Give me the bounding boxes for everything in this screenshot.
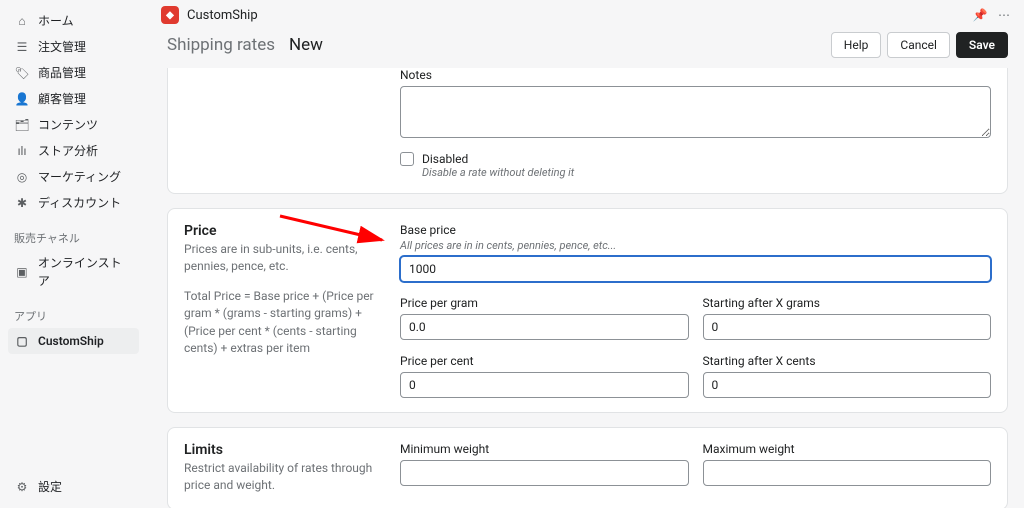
price-per-gram-label: Price per gram [400,296,689,310]
content-icon: 🗂 [14,117,30,133]
price-per-gram-field: Price per gram [400,296,689,340]
price-per-cent-input[interactable] [400,372,689,398]
nav-settings[interactable]: ⚙ 設定 [8,474,139,500]
limits-desc: Restrict availability of rates through p… [184,460,384,495]
starting-cents-label: Starting after X cents [703,354,992,368]
nav-footer: ⚙ 設定 [8,474,139,500]
max-weight-label: Maximum weight [703,442,992,456]
marketing-icon: ◎ [14,169,30,185]
nav-label: 商品管理 [38,64,86,82]
app-bar: ◆ CustomShip 📌 ⋯ [145,0,1024,28]
price-heading: Price [184,223,384,239]
page-status: New [289,35,323,55]
section-apps-label: アプリ [14,308,133,324]
nav-discounts[interactable]: ✱ ディスカウント [8,190,139,216]
nav-orders[interactable]: ☰ 注文管理 [8,34,139,60]
header-actions: Help Cancel Save [831,32,1008,58]
price-per-cent-field: Price per cent [400,354,689,398]
nav-label: CustomShip [38,332,104,350]
nav-apps: ▢ CustomShip [8,328,139,354]
max-weight-input[interactable] [703,460,992,486]
nav-label: 注文管理 [38,38,86,56]
price-desc: Prices are in sub-units, i.e. cents, pen… [184,241,384,276]
price-card: Price Prices are in sub-units, i.e. cent… [167,208,1008,413]
page-header: Shipping rates New Help Cancel Save [145,28,1024,68]
base-price-input[interactable] [400,256,991,282]
nav-products[interactable]: 🏷 商品管理 [8,60,139,86]
min-weight-input[interactable] [400,460,689,486]
base-price-sub: All prices are in in cents, pennies, pen… [400,239,991,252]
store-icon: ▣ [14,264,30,280]
nav-online-store[interactable]: ▣ オンラインストア [8,250,139,294]
price-per-cent-label: Price per cent [400,354,689,368]
nav-label: オンラインストア [38,254,133,290]
app-icon: ▢ [14,333,30,349]
notes-label: Notes [400,68,991,82]
orders-icon: ☰ [14,39,30,55]
nav-label: 顧客管理 [38,90,86,108]
main: ◆ CustomShip 📌 ⋯ Shipping rates New Help… [145,0,1024,508]
nav-label: マーケティング [38,168,121,186]
min-weight-label: Minimum weight [400,442,689,456]
starting-grams-field: Starting after X grams [703,296,992,340]
sidebar: ⌂ ホーム ☰ 注文管理 🏷 商品管理 👤 顧客管理 🗂 コンテンツ ılı ストア分析 ◎… [0,0,145,508]
price-per-gram-input[interactable] [400,314,689,340]
starting-cents-input[interactable] [703,372,992,398]
home-icon: ⌂ [14,13,30,29]
nav-analytics[interactable]: ılı ストア分析 [8,138,139,164]
nav-label: 設定 [38,478,62,496]
nav-label: コンテンツ [38,116,98,134]
help-button[interactable]: Help [831,32,882,58]
discounts-icon: ✱ [14,195,30,211]
section-channels-label: 販売チャネル [14,230,133,246]
cancel-button[interactable]: Cancel [887,32,950,58]
disabled-label: Disabled [422,152,468,166]
content-scroll[interactable]: Notes Disabled Disable a rate without de… [145,68,1024,508]
limits-heading: Limits [184,442,384,458]
disabled-checkbox[interactable] [400,152,414,166]
nav-label: ストア分析 [38,142,98,160]
save-button[interactable]: Save [956,32,1008,58]
disabled-group: Disabled Disable a rate without deleting… [400,152,991,179]
nav-main: ⌂ ホーム ☰ 注文管理 🏷 商品管理 👤 顧客管理 🗂 コンテンツ ılı ストア分析 ◎… [8,8,139,216]
price-formula: Total Price = Base price + (Price per gr… [184,288,384,358]
nav-customers[interactable]: 👤 顧客管理 [8,86,139,112]
nav-label: ホーム [38,12,74,30]
notes-field: Notes [400,68,991,138]
gear-icon: ⚙ [14,479,30,495]
page-title: Shipping rates [167,35,275,55]
app-title: CustomShip [187,8,258,23]
app-logo-icon: ◆ [161,6,179,24]
max-weight-field: Maximum weight [703,442,992,486]
base-price-label: Base price [400,223,991,237]
min-weight-field: Minimum weight [400,442,689,486]
nav-customship[interactable]: ▢ CustomShip [8,328,139,354]
customers-icon: 👤 [14,91,30,107]
nav-content[interactable]: 🗂 コンテンツ [8,112,139,138]
notes-input[interactable] [400,86,991,138]
starting-cents-field: Starting after X cents [703,354,992,398]
products-icon: 🏷 [14,65,30,81]
nav-label: ディスカウント [38,194,121,212]
nav-home[interactable]: ⌂ ホーム [8,8,139,34]
base-price-field: Base price All prices are in in cents, p… [400,223,991,282]
notes-card: Notes Disabled Disable a rate without de… [167,68,1008,194]
more-icon[interactable]: ⋯ [996,8,1012,22]
starting-grams-input[interactable] [703,314,992,340]
limits-card: Limits Restrict availability of rates th… [167,427,1008,508]
analytics-icon: ılı [14,143,30,159]
starting-grams-label: Starting after X grams [703,296,992,310]
pin-icon[interactable]: 📌 [972,8,988,22]
nav-marketing[interactable]: ◎ マーケティング [8,164,139,190]
disabled-desc: Disable a rate without deleting it [422,166,991,179]
nav-channels: ▣ オンラインストア [8,250,139,294]
